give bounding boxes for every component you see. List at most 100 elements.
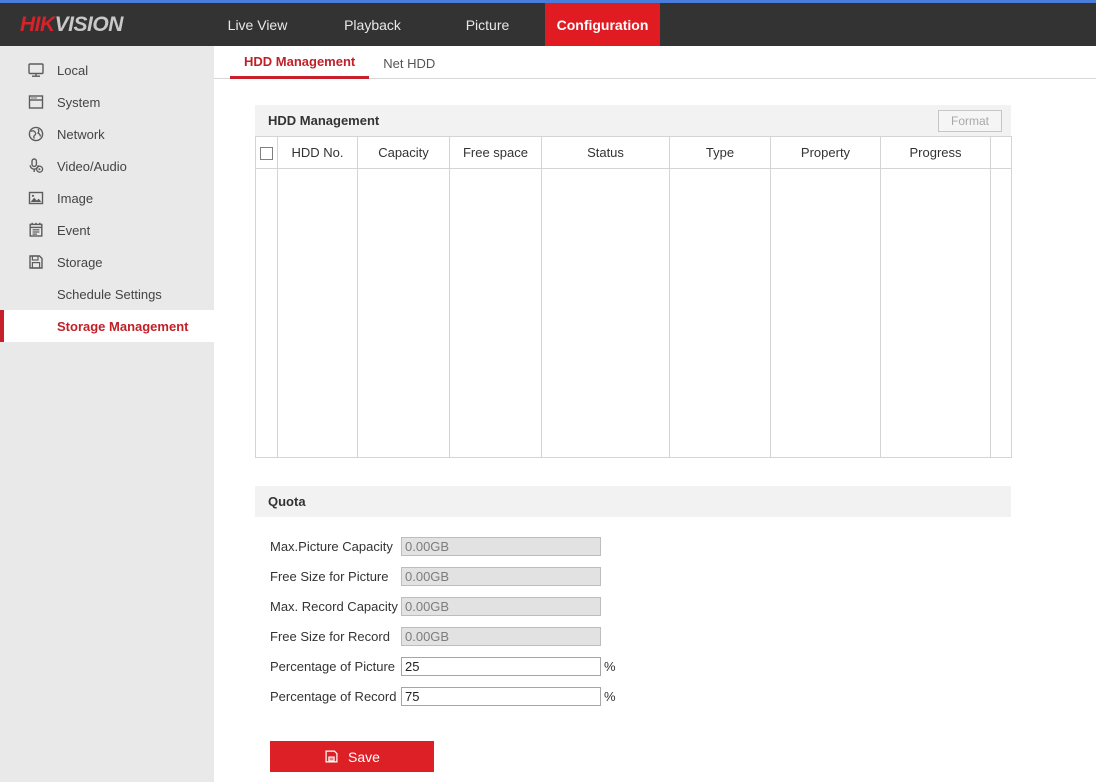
- column-type: Type: [670, 137, 771, 169]
- column-spacer: [991, 137, 1012, 169]
- logo-vision-text: VISION: [55, 13, 123, 37]
- nav-item-label: Live View: [228, 17, 288, 33]
- percent-sign: %: [604, 689, 616, 704]
- tab-label: HDD Management: [244, 54, 355, 69]
- nav-item-live-view[interactable]: Live View: [200, 3, 315, 46]
- quota-label: Max. Record Capacity: [255, 599, 401, 614]
- save-button-container: Save: [270, 741, 1096, 772]
- hdd-table: HDD No. Capacity Free space Status Type …: [255, 136, 1012, 458]
- select-all-checkbox[interactable]: [260, 147, 273, 160]
- sidebar-item-label: Event: [57, 223, 90, 238]
- hdd-table-header-row: HDD No. Capacity Free space Status Type …: [256, 137, 1012, 169]
- nav-item-picture[interactable]: Picture: [430, 3, 545, 46]
- quota-row-free-size-for-record: Free Size for Record: [255, 621, 1011, 651]
- sidebar-item-local[interactable]: Local: [0, 54, 214, 86]
- empty-cell: [771, 169, 881, 458]
- nav-item-label: Playback: [344, 17, 401, 33]
- nav-item-configuration[interactable]: Configuration: [545, 3, 660, 46]
- sidebar-item-schedule-settings[interactable]: Schedule Settings: [0, 278, 214, 310]
- free-size-for-record-field: [401, 627, 601, 646]
- nav-item-label: Configuration: [557, 17, 649, 33]
- quota-row-percentage-of-record: Percentage of Record %: [255, 681, 1011, 711]
- save-button-label: Save: [348, 749, 380, 765]
- sidebar-item-label: System: [57, 95, 100, 110]
- quota-row-percentage-of-picture: Percentage of Picture %: [255, 651, 1011, 681]
- select-all-cell: [256, 137, 278, 169]
- tab-label: Net HDD: [383, 56, 435, 71]
- picture-icon: [26, 188, 46, 208]
- app-header: HIKVISION Live View Playback Picture Con…: [0, 3, 1096, 46]
- quota-label: Free Size for Record: [255, 629, 401, 644]
- empty-cell: [450, 169, 542, 458]
- sidebar: Local System Network Video/Audio Image: [0, 46, 214, 782]
- hdd-table-empty-row: [256, 169, 1012, 458]
- column-hdd-no: HDD No.: [278, 137, 358, 169]
- floppy-disk-icon: [324, 749, 339, 764]
- percentage-of-record-input[interactable]: [401, 687, 601, 706]
- format-button[interactable]: Format: [938, 110, 1002, 132]
- sidebar-item-label: Storage: [57, 255, 103, 270]
- quota-label: Free Size for Picture: [255, 569, 401, 584]
- sidebar-subitem-label: Storage Management: [57, 319, 188, 334]
- quota-label: Percentage of Record: [255, 689, 401, 704]
- tab-net-hdd[interactable]: Net HDD: [369, 56, 449, 78]
- sidebar-item-image[interactable]: Image: [0, 182, 214, 214]
- main-nav: Live View Playback Picture Configuration: [200, 3, 660, 46]
- empty-cell: [278, 169, 358, 458]
- logo-hik-text: HIK: [20, 13, 55, 37]
- sidebar-item-label: Local: [57, 63, 88, 78]
- sidebar-item-label: Video/Audio: [57, 159, 127, 174]
- empty-cell: [670, 169, 771, 458]
- sidebar-item-event[interactable]: Event: [0, 214, 214, 246]
- free-size-for-picture-field: [401, 567, 601, 586]
- quota-label: Percentage of Picture: [255, 659, 401, 674]
- nav-item-playback[interactable]: Playback: [315, 3, 430, 46]
- hdd-table-body: [256, 169, 1012, 458]
- sidebar-item-system[interactable]: System: [0, 86, 214, 118]
- microphone-icon: [26, 156, 46, 176]
- sidebar-item-network[interactable]: Network: [0, 118, 214, 150]
- max-picture-capacity-field: [401, 537, 601, 556]
- empty-cell: [358, 169, 450, 458]
- sidebar-item-video-audio[interactable]: Video/Audio: [0, 150, 214, 182]
- quota-panel-header: Quota: [255, 486, 1011, 517]
- window-icon: [26, 92, 46, 112]
- hdd-panel-title: HDD Management: [268, 113, 379, 128]
- quota-row-max-picture-capacity: Max.Picture Capacity: [255, 531, 1011, 561]
- quota-row-free-size-for-picture: Free Size for Picture: [255, 561, 1011, 591]
- nav-item-label: Picture: [466, 17, 510, 33]
- column-capacity: Capacity: [358, 137, 450, 169]
- quota-fields: Max.Picture Capacity Free Size for Pictu…: [255, 517, 1011, 711]
- monitor-icon: [26, 60, 46, 80]
- percent-sign: %: [604, 659, 616, 674]
- column-property: Property: [771, 137, 881, 169]
- hdd-management-panel: HDD Management Format: [255, 105, 1011, 458]
- sidebar-item-label: Image: [57, 191, 93, 206]
- tab-bar: HDD Management Net HDD: [214, 46, 1096, 79]
- globe-icon: [26, 124, 46, 144]
- sidebar-item-label: Network: [57, 127, 105, 142]
- column-status: Status: [542, 137, 670, 169]
- empty-cell: [542, 169, 670, 458]
- sidebar-subitem-label: Schedule Settings: [57, 287, 162, 302]
- calendar-icon: [26, 220, 46, 240]
- quota-panel-title: Quota: [268, 494, 306, 509]
- tab-hdd-management[interactable]: HDD Management: [230, 54, 369, 79]
- quota-row-max-record-capacity: Max. Record Capacity: [255, 591, 1011, 621]
- empty-cell: [991, 169, 1012, 458]
- sidebar-item-storage[interactable]: Storage: [0, 246, 214, 278]
- hdd-panel-header: HDD Management Format: [255, 105, 1011, 136]
- empty-cell: [256, 169, 278, 458]
- content-area: HDD Management Net HDD HDD Management Fo…: [214, 46, 1096, 782]
- save-button[interactable]: Save: [270, 741, 434, 772]
- empty-cell: [881, 169, 991, 458]
- percentage-of-picture-input[interactable]: [401, 657, 601, 676]
- max-record-capacity-field: [401, 597, 601, 616]
- hikvision-logo: HIKVISION: [0, 3, 200, 46]
- floppy-disk-icon: [26, 252, 46, 272]
- sidebar-item-storage-management[interactable]: Storage Management: [0, 310, 214, 342]
- column-progress: Progress: [881, 137, 991, 169]
- quota-panel: Quota Max.Picture Capacity Free Size for…: [255, 486, 1011, 711]
- quota-label: Max.Picture Capacity: [255, 539, 401, 554]
- column-free-space: Free space: [450, 137, 542, 169]
